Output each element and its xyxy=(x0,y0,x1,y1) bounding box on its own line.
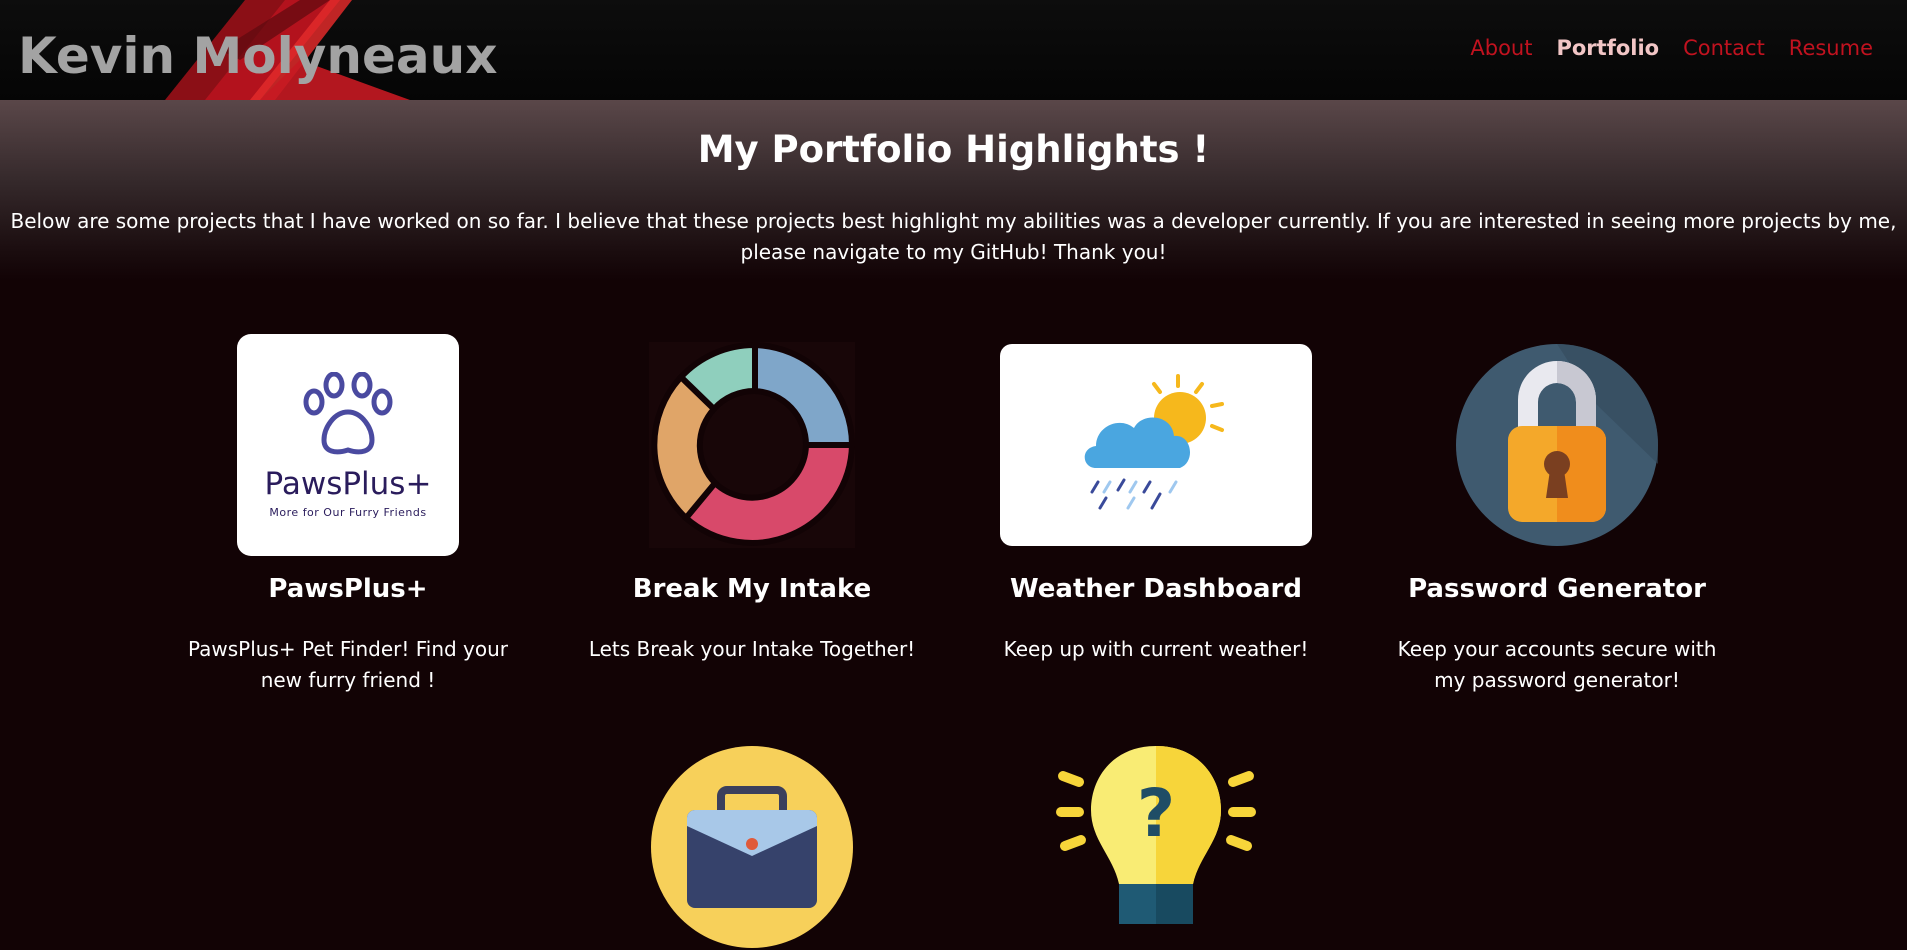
project-title[interactable]: Weather Dashboard xyxy=(961,574,1351,604)
project-description: Keep your accounts secure with my passwo… xyxy=(1397,637,1717,692)
project-card-portfolio xyxy=(557,744,947,948)
nav-about[interactable]: About xyxy=(1470,36,1532,60)
weather-icon[interactable] xyxy=(1000,344,1312,546)
project-title[interactable]: Break My Intake xyxy=(557,574,947,604)
project-card-weather-dashboard: Weather Dashboard Keep up with current w… xyxy=(961,334,1351,694)
sun-cloud-rain-icon xyxy=(1084,374,1224,510)
paw-print-icon xyxy=(303,371,393,454)
project-description: Keep up with current weather! xyxy=(1003,637,1309,661)
page-title: My Portfolio Highlights ! xyxy=(697,128,1210,171)
site-name[interactable]: Kevin Molyneaux xyxy=(18,26,497,86)
padlock-icon[interactable] xyxy=(1456,344,1658,546)
project-description: Lets Break your Intake Together! xyxy=(588,637,916,661)
project-card-break-my-intake: Break My Intake Lets Break your Intake T… xyxy=(557,334,947,694)
project-title[interactable]: Password Generator xyxy=(1362,574,1752,604)
site-header: Kevin Molyneaux About Portfolio Contact … xyxy=(0,0,1907,100)
nav-resume[interactable]: Resume xyxy=(1789,36,1873,60)
paws-logo-subtitle: More for Our Furry Friends xyxy=(269,505,427,519)
nav-portfolio[interactable]: Portfolio xyxy=(1556,36,1659,60)
intro-text: Below are some projects that I have work… xyxy=(10,209,1897,264)
paw-logo-icon[interactable]: PawsPlus+ More for Our Furry Friends xyxy=(237,334,459,556)
nav-contact[interactable]: Contact xyxy=(1683,36,1765,60)
donut-chart-icon[interactable] xyxy=(649,342,855,548)
lightbulb-question-icon[interactable]: ? xyxy=(1053,744,1259,950)
main-nav: About Portfolio Contact Resume xyxy=(1470,36,1873,60)
briefcase-icon[interactable] xyxy=(649,744,855,950)
project-description: PawsPlus+ Pet Finder! Find your new furr… xyxy=(187,637,509,692)
paws-logo-title: PawsPlus+ xyxy=(264,465,432,502)
project-card-password-generator: Password Generator Keep your accounts se… xyxy=(1362,334,1752,694)
project-title[interactable]: PawsPlus+ xyxy=(153,574,543,604)
project-card-pawsplus: PawsPlus+ More for Our Furry Friends Paw… xyxy=(153,334,543,694)
project-card-coming-soon: ? xyxy=(961,744,1351,929)
portfolio-intro: My Portfolio Highlights ! Below are some… xyxy=(0,100,1907,280)
svg-text:?: ? xyxy=(1137,775,1175,852)
